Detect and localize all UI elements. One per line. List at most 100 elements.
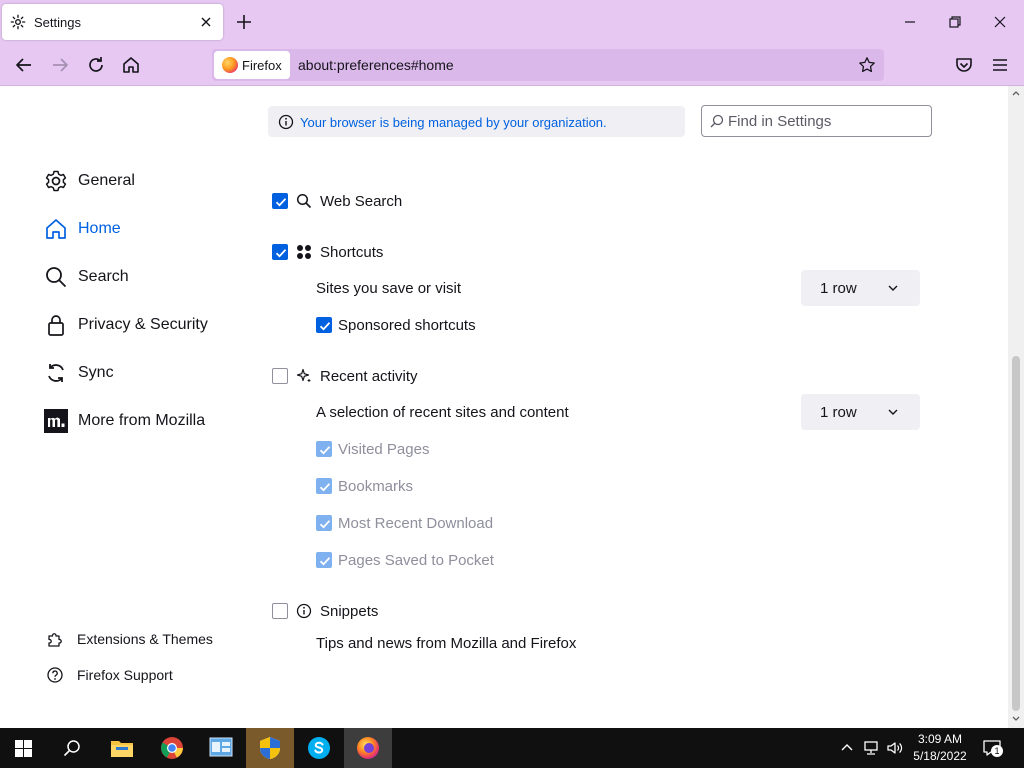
snippets-title: Snippets bbox=[320, 603, 379, 620]
recent-activity-title: Recent activity bbox=[320, 368, 418, 385]
search-icon bbox=[46, 267, 67, 288]
sidebar-link-extensions-themes[interactable]: Extensions & Themes bbox=[46, 628, 246, 650]
identity-box[interactable]: Firefox bbox=[214, 51, 290, 79]
firefox-logo-icon bbox=[222, 57, 238, 73]
snippets-checkbox[interactable] bbox=[272, 603, 288, 619]
network-icon[interactable] bbox=[862, 739, 880, 757]
sparkle-icon bbox=[296, 368, 311, 383]
sidebar-link-label: Firefox Support bbox=[77, 667, 173, 683]
firefox-taskbar-button[interactable] bbox=[344, 728, 392, 768]
sidebar-item-label: Privacy & Security bbox=[78, 316, 208, 333]
firefox-icon bbox=[357, 737, 379, 759]
back-icon[interactable] bbox=[13, 54, 35, 76]
chrome-taskbar-button[interactable] bbox=[148, 728, 196, 768]
chevron-up-icon[interactable] bbox=[838, 739, 856, 757]
home-icon[interactable] bbox=[120, 54, 142, 76]
scroll-up-icon[interactable] bbox=[1011, 88, 1021, 98]
chevron-down-icon bbox=[888, 409, 898, 415]
shortcuts-grid-icon bbox=[297, 245, 311, 259]
shortcuts-rows-select[interactable]: 1 row bbox=[801, 270, 920, 306]
reload-icon[interactable] bbox=[85, 54, 107, 76]
managed-notice: Your browser is being managed by your or… bbox=[268, 106, 685, 137]
select-value: 1 row bbox=[820, 280, 857, 297]
clock-time[interactable]: 3:09 AM bbox=[910, 732, 970, 746]
pages-saved-to-pocket-label: Pages Saved to Pocket bbox=[338, 552, 494, 569]
navigation-toolbar: Firefox about:preferences#home bbox=[0, 44, 1024, 86]
web-search-title: Web Search bbox=[320, 193, 403, 210]
scroll-down-icon[interactable] bbox=[1011, 714, 1021, 724]
sidebar-item-general[interactable]: General bbox=[44, 166, 244, 196]
search-input[interactable] bbox=[728, 111, 923, 131]
chrome-icon bbox=[161, 737, 183, 759]
control-panel-taskbar-button[interactable] bbox=[197, 728, 245, 768]
notification-count-badge: 1 bbox=[991, 745, 1003, 757]
help-icon bbox=[47, 667, 63, 683]
most-recent-download-checkbox[interactable] bbox=[316, 515, 332, 531]
close-window-icon[interactable] bbox=[990, 12, 1010, 32]
windows-taskbar: 3:09 AM 5/18/2022 1 bbox=[0, 728, 1024, 768]
shortcuts-checkbox[interactable] bbox=[272, 244, 288, 260]
most-recent-download-label: Most Recent Download bbox=[338, 515, 494, 532]
pages-saved-to-pocket-checkbox[interactable] bbox=[316, 552, 332, 568]
minimize-icon[interactable] bbox=[900, 12, 920, 32]
chevron-down-icon bbox=[888, 285, 898, 291]
sidebar-item-label: Sync bbox=[78, 364, 114, 381]
lock-icon bbox=[48, 315, 64, 336]
sidebar-item-sync[interactable]: Sync bbox=[44, 358, 244, 388]
mozilla-icon bbox=[44, 409, 68, 433]
notification-center-button[interactable]: 1 bbox=[982, 739, 1003, 757]
windows-start-icon[interactable] bbox=[15, 740, 32, 757]
folder-icon bbox=[111, 741, 133, 757]
search-icon bbox=[296, 193, 312, 209]
url-bar[interactable]: Firefox about:preferences#home bbox=[212, 49, 884, 81]
sidebar-link-label: Extensions & Themes bbox=[77, 631, 213, 647]
recent-activity-checkbox[interactable] bbox=[272, 368, 288, 384]
star-icon[interactable] bbox=[858, 56, 876, 74]
new-tab-icon[interactable] bbox=[234, 12, 254, 32]
identity-label: Firefox bbox=[242, 58, 282, 73]
web-search-checkbox[interactable] bbox=[272, 193, 288, 209]
sidebar-item-privacy[interactable]: Privacy & Security bbox=[44, 310, 244, 340]
clock-date[interactable]: 5/18/2022 bbox=[910, 749, 970, 763]
snippets-description: Tips and news from Mozilla and Firefox bbox=[316, 635, 577, 652]
shortcuts-rows-label: Sites you save or visit bbox=[316, 280, 462, 297]
recent-activity-rows-select[interactable]: 1 row bbox=[801, 394, 920, 430]
bookmarks-checkbox[interactable] bbox=[316, 478, 332, 494]
sidebar-item-label: More from Mozilla bbox=[78, 412, 206, 429]
info-icon bbox=[296, 603, 312, 619]
select-value: 1 row bbox=[820, 404, 857, 421]
shield-icon bbox=[260, 737, 280, 759]
gear-icon bbox=[10, 14, 26, 30]
file-explorer-taskbar-button[interactable] bbox=[98, 728, 146, 768]
sidebar-item-label: Search bbox=[78, 268, 129, 285]
volume-icon[interactable] bbox=[886, 739, 904, 757]
vertical-scrollbar[interactable] bbox=[1008, 86, 1024, 728]
sidebar-item-label: General bbox=[78, 172, 135, 189]
menu-icon[interactable] bbox=[989, 54, 1011, 76]
scrollbar-thumb[interactable] bbox=[1012, 356, 1020, 711]
sidebar-item-search[interactable]: Search bbox=[44, 262, 244, 292]
info-icon bbox=[278, 114, 294, 130]
tab-settings[interactable]: Settings bbox=[2, 4, 223, 40]
shortcuts-title: Shortcuts bbox=[320, 244, 384, 261]
visited-pages-label: Visited Pages bbox=[338, 441, 430, 458]
url-text[interactable]: about:preferences#home bbox=[298, 57, 454, 73]
restore-icon[interactable] bbox=[945, 12, 965, 32]
managed-notice-link[interactable]: Your browser is being managed by your or… bbox=[300, 115, 607, 130]
close-icon[interactable] bbox=[198, 14, 214, 30]
visited-pages-checkbox[interactable] bbox=[316, 441, 332, 457]
forward-icon[interactable] bbox=[49, 54, 71, 76]
pocket-icon[interactable] bbox=[953, 54, 975, 76]
sidebar-item-home[interactable]: Home bbox=[44, 214, 244, 244]
skype-taskbar-button[interactable] bbox=[295, 728, 343, 768]
recent-activity-rows-label: A selection of recent sites and content bbox=[316, 404, 569, 421]
bookmarks-label: Bookmarks bbox=[338, 478, 414, 495]
sponsored-shortcuts-checkbox[interactable] bbox=[316, 317, 332, 333]
find-in-settings[interactable] bbox=[701, 105, 932, 137]
sidebar-link-firefox-support[interactable]: Firefox Support bbox=[46, 664, 246, 686]
security-shield-taskbar-button[interactable] bbox=[246, 728, 294, 768]
taskbar-search-icon[interactable] bbox=[63, 739, 81, 757]
sponsored-shortcuts-label: Sponsored shortcuts bbox=[338, 317, 476, 334]
sidebar-item-label: Home bbox=[78, 220, 121, 237]
sidebar-item-more-from-mozilla[interactable]: More from Mozilla bbox=[44, 406, 244, 436]
